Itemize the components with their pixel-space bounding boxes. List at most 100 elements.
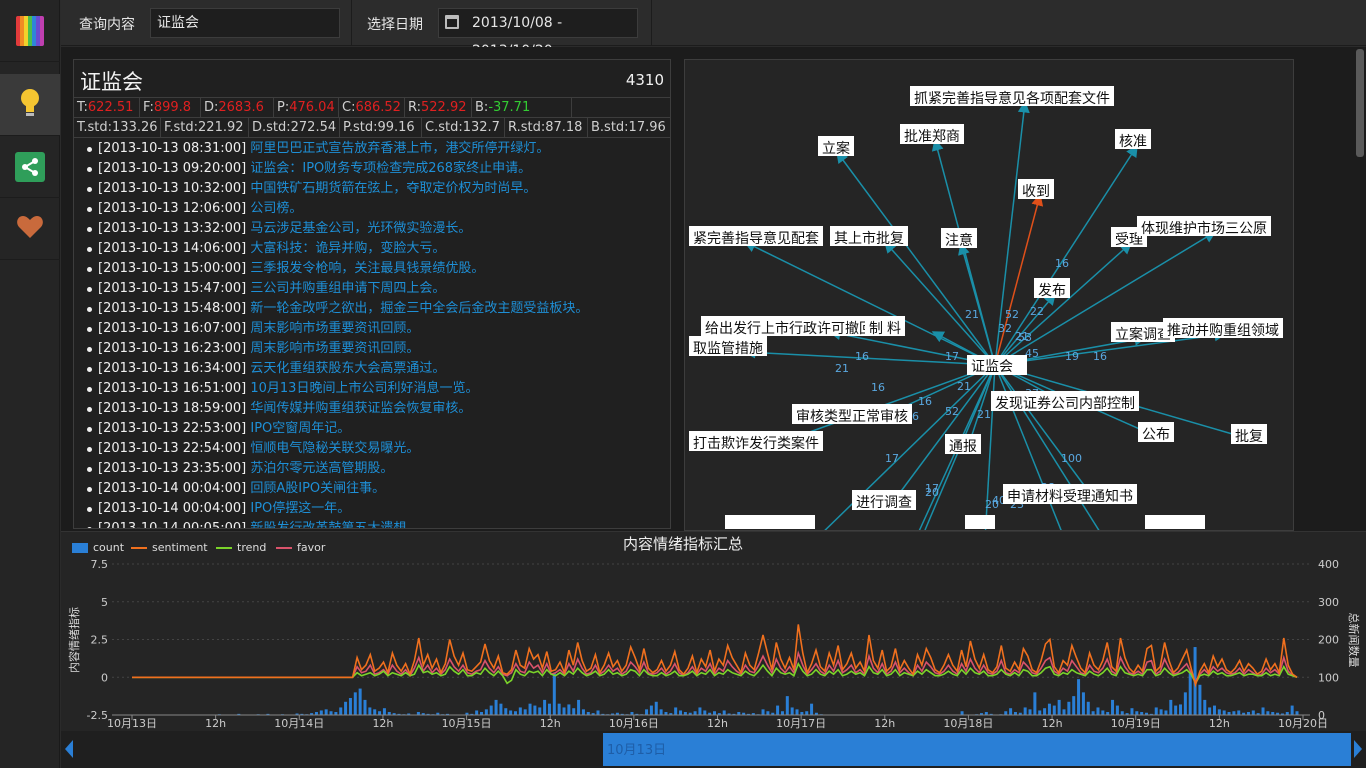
news-count: 4310 bbox=[625, 71, 664, 89]
news-link[interactable]: 苏泊尔零元送高管期股。 bbox=[250, 461, 393, 476]
news-link[interactable]: 公司榜。 bbox=[250, 201, 302, 216]
news-link[interactable]: 10月13日晚间上市公司利好消息一览。 bbox=[250, 381, 478, 396]
edge-weight: 17 bbox=[885, 452, 899, 465]
news-item: [2013-10-13 18:59:00] 华闻传媒并购重组获证监会恢复审核。 bbox=[74, 399, 670, 419]
news-link[interactable]: 阿里巴巴正式宣告放弃香港上市，港交所停开绿灯。 bbox=[250, 141, 549, 156]
news-link[interactable]: 周末影响市场重要资讯回顾。 bbox=[250, 341, 419, 356]
keyword-graph-panel: 1622522119163716211710028171616522023174… bbox=[684, 59, 1294, 531]
graph-node: 发现证券公司内部控制 bbox=[995, 396, 1135, 412]
share-icon bbox=[15, 151, 45, 182]
news-item: [2013-10-13 15:00:00] 三季报发令枪响，关注最具钱景绩优股。 bbox=[74, 259, 670, 279]
scrollbar[interactable] bbox=[1354, 47, 1366, 531]
graph-node: 打击欺诈发行类案件 bbox=[693, 435, 819, 452]
news-link[interactable]: 华闻传媒并购重组获证监会恢复审核。 bbox=[250, 401, 471, 416]
news-time: [2013-10-13 13:32:00] bbox=[98, 221, 247, 236]
news-item: [2013-10-13 15:48:00] 新一轮金改呼之欲出，掘金三中全会后金… bbox=[74, 299, 670, 319]
legend-item-trend[interactable]: trend bbox=[216, 541, 266, 554]
news-time: [2013-10-13 15:48:00] bbox=[98, 301, 247, 316]
std-stat: T.std:133.26 bbox=[74, 118, 161, 138]
date-label: 选择日期 bbox=[367, 17, 423, 33]
sidebar-item-idea[interactable] bbox=[0, 74, 60, 136]
graph-node: 进行调查 bbox=[856, 495, 912, 511]
stat-f: F:899.8 bbox=[140, 98, 201, 118]
news-time: [2013-10-13 12:06:00] bbox=[98, 201, 247, 216]
graph-edge bbox=[743, 241, 996, 366]
news-time: [2013-10-13 15:47:00] bbox=[98, 281, 247, 296]
news-link[interactable]: 回顾A股IPO关闸往事。 bbox=[250, 481, 385, 496]
sidebar-item-palette[interactable] bbox=[0, 0, 60, 62]
edge-weight: 21 bbox=[957, 380, 971, 393]
news-link[interactable]: 大富科技：诡异并购，变脸大亏。 bbox=[250, 241, 445, 256]
news-link[interactable]: IPO停摆这一年。 bbox=[250, 501, 350, 516]
news-time: [2013-10-13 16:23:00] bbox=[98, 341, 247, 356]
navigator-label: 10月13日 bbox=[607, 743, 667, 758]
news-item: [2013-10-13 09:20:00] 证监会：IPO财务专项检查完成268… bbox=[74, 159, 670, 179]
legend-item-count[interactable]: count bbox=[72, 541, 124, 554]
std-stat: P.std:99.16 bbox=[340, 118, 422, 138]
news-item: [2013-10-13 16:34:00] 云天化重组获股东大会高票通过。 bbox=[74, 359, 670, 379]
news-link[interactable]: 恒顺电气隐秘关联交易曝光。 bbox=[250, 441, 419, 456]
news-time: [2013-10-14 00:05:00] bbox=[98, 521, 247, 529]
graph-node-box bbox=[725, 515, 815, 529]
stat-b: B:-37.71 bbox=[472, 98, 572, 118]
news-item: [2013-10-13 08:31:00] 阿里巴巴正式宣告放弃香港上市，港交所… bbox=[74, 139, 670, 159]
edge-weight: 53 bbox=[1018, 331, 1032, 344]
std-stat: F.std:221.92 bbox=[161, 118, 249, 138]
date-range-picker[interactable]: 2013/10/08 - 2013/10/20 bbox=[438, 8, 638, 59]
stats-row: T:622.51 F:899.8 D:2683.6 P:476.04 C:686.52 R… bbox=[74, 98, 670, 118]
search-input[interactable]: 证监会 bbox=[150, 8, 340, 38]
graph-node: 审核类型正常审核 bbox=[796, 409, 908, 425]
legend-item-favor[interactable]: favor bbox=[276, 541, 325, 554]
news-time: [2013-10-13 16:51:00] bbox=[98, 381, 247, 396]
news-link[interactable]: 三公司并购重组申请下周四上会。 bbox=[250, 281, 445, 296]
news-link[interactable]: 中国铁矿石期货箭在弦上，夺取定价权为时尚早。 bbox=[250, 181, 536, 196]
news-time: [2013-10-13 22:54:00] bbox=[98, 441, 247, 456]
graph-node: 发布 bbox=[1038, 283, 1066, 299]
news-link[interactable]: 证监会：IPO财务专项检查完成268家终止申请。 bbox=[250, 161, 531, 176]
graph-node: 制 bbox=[869, 321, 883, 337]
news-link[interactable]: 三季报发令枪响，关注最具钱景绩优股。 bbox=[250, 261, 484, 276]
news-link[interactable]: IPO空窗周年记。 bbox=[250, 421, 350, 436]
news-panel: 证监会 4310 T:622.51 F:899.8 D:2683.6 P:476.04… bbox=[73, 59, 671, 529]
std-row: T.std:133.26 F.std:221.92 D.std:272.54 P.st… bbox=[74, 118, 670, 138]
edge-weight: 52 bbox=[945, 405, 959, 418]
news-time: [2013-10-13 14:06:00] bbox=[98, 241, 247, 256]
graph-node: 批复 bbox=[1235, 428, 1263, 445]
sidebar-item-favorite[interactable] bbox=[0, 198, 60, 260]
std-stat: R.std:87.18 bbox=[505, 118, 588, 138]
edge-weight: 21 bbox=[977, 408, 991, 421]
news-link[interactable]: 新股发行改革鼓第五大遗想。 bbox=[250, 521, 419, 528]
news-item: [2013-10-13 22:53:00] IPO空窗周年记。 bbox=[74, 419, 670, 439]
news-link[interactable]: 云天化重组获股东大会高票通过。 bbox=[250, 361, 445, 376]
graph-node: 推动并购重组领域 bbox=[1167, 323, 1279, 339]
range-navigator[interactable]: 10月13日 bbox=[61, 731, 1366, 768]
navigator-left-arrow bbox=[65, 740, 73, 758]
keyword-graph: 1622522119163716211710028171616522023174… bbox=[689, 86, 1283, 530]
news-time: [2013-10-13 08:31:00] bbox=[98, 141, 247, 156]
edge-weight: 22 bbox=[1030, 305, 1044, 318]
calendar-icon bbox=[445, 15, 459, 29]
news-item: [2013-10-14 00:04:00] IPO停摆这一年。 bbox=[74, 499, 670, 519]
graph-node: 立案调查 bbox=[1115, 326, 1171, 343]
edge-weight: 17 bbox=[945, 350, 959, 363]
stat-d: D:2683.6 bbox=[201, 98, 274, 118]
graph-edge bbox=[994, 364, 1096, 502]
news-link[interactable]: 周末影响市场重要资讯回顾。 bbox=[250, 321, 419, 336]
edge-weight: 21 bbox=[965, 308, 979, 321]
news-time: [2013-10-14 00:04:00] bbox=[98, 481, 247, 496]
graph-node-box bbox=[965, 515, 995, 529]
sidebar bbox=[0, 0, 60, 768]
edge-weight: 16 bbox=[1055, 257, 1069, 270]
news-time: [2013-10-13 18:59:00] bbox=[98, 401, 247, 416]
graph-node: 通报 bbox=[949, 439, 977, 455]
scrollbar-thumb[interactable] bbox=[1356, 49, 1364, 157]
stat-c: C:686.52 bbox=[339, 98, 405, 118]
legend-item-sentiment[interactable]: sentiment bbox=[131, 541, 208, 554]
news-item: [2013-10-13 12:06:00] 公司榜。 bbox=[74, 199, 670, 219]
news-link[interactable]: 马云涉足基金公司，光环微实验漫长。 bbox=[250, 221, 471, 236]
graph-center-node: 证监会 bbox=[971, 359, 1013, 375]
sidebar-item-share[interactable] bbox=[0, 136, 60, 198]
news-link[interactable]: 新一轮金改呼之欲出，掘金三中全会后金改主题受益板块。 bbox=[250, 301, 588, 316]
navigator-right-arrow bbox=[1354, 740, 1362, 758]
stat-p: P:476.04 bbox=[274, 98, 339, 118]
